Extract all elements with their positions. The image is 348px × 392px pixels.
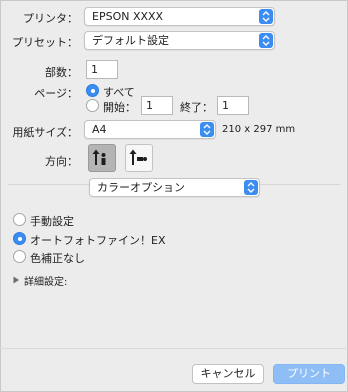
printer-value: EPSON XXXX [92,10,164,23]
paper-size-label: 用紙サイズ： [12,126,78,139]
color-option-none-label: 色補正なし [30,252,85,265]
pages-to-field[interactable]: 1 [217,96,249,115]
section-popup-value: カラーオプション [97,181,185,194]
portrait-orientation-button[interactable] [88,144,116,172]
pages-all-label: すべて [103,86,135,99]
advanced-settings-label[interactable]: 詳細設定: [24,273,67,288]
bottom-divider [0,348,346,349]
print-button[interactable]: プリント [273,364,345,384]
printer-popup[interactable]: EPSON XXXX [84,7,275,26]
paper-size-popup[interactable]: A4 [84,120,216,139]
disclosure-triangle-icon[interactable] [13,274,20,287]
color-option-auto-photo-fine-radio[interactable] [13,232,26,245]
preset-label: プリセット： [12,36,78,49]
orientation-label: 方向： [45,155,78,168]
pages-from-field[interactable]: 1 [141,96,173,115]
color-option-manual-label: 手動設定 [30,215,74,228]
portrait-orientation-icon [92,149,106,165]
copies-label: 部数： [45,66,78,79]
updown-chevron-icon [244,180,258,195]
paper-size-value: A4 [92,123,107,136]
color-option-auto-photo-fine-label: オートフォトファイン！EX [30,234,166,247]
paper-dimensions: 210 x 297 mm [222,124,296,135]
color-option-manual-radio[interactable] [13,213,26,226]
section-popup[interactable]: カラーオプション [89,178,260,197]
preset-popup[interactable]: デフォルト設定 [84,31,275,50]
updown-chevron-icon [200,122,214,137]
pages-from-label: 開始： [103,101,136,114]
landscape-orientation-icon [129,149,147,165]
updown-chevron-icon [259,9,273,24]
landscape-orientation-button[interactable] [125,144,153,172]
pages-to-label: 終了： [180,101,213,114]
color-option-none-radio[interactable] [13,250,26,263]
pages-range-radio[interactable] [86,99,99,112]
pages-all-radio[interactable] [86,84,99,97]
preset-value: デフォルト設定 [92,34,169,47]
updown-chevron-icon [259,33,273,48]
printer-label: プリンタ： [23,12,78,25]
cancel-button[interactable]: キャンセル [192,364,264,384]
copies-field[interactable]: 1 [86,60,118,79]
pages-label: ページ： [34,87,78,100]
